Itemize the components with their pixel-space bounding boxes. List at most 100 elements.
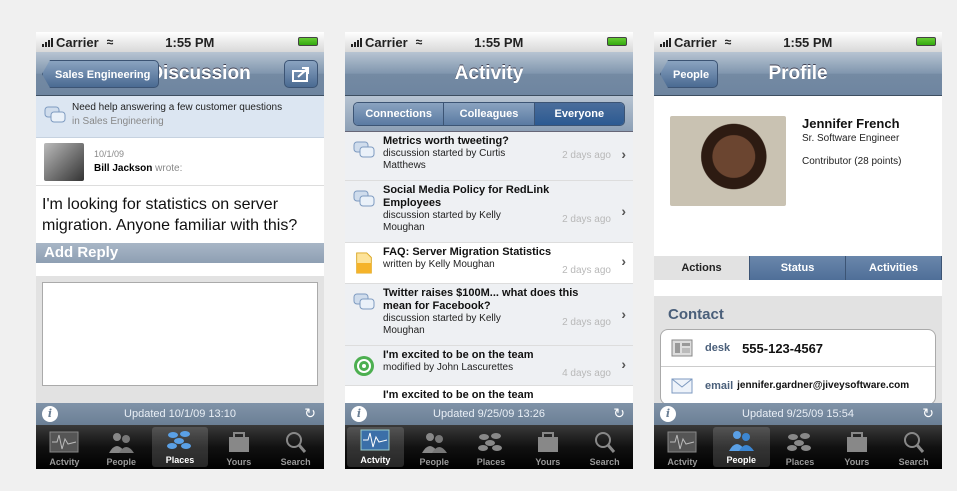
segmented-control: Connections Colleagues Everyone — [353, 101, 625, 126]
updated-text: Updated 10/1/09 13:10 — [124, 408, 236, 420]
status-time: 1:55 PM — [474, 34, 524, 50]
list-item[interactable]: FAQ: Server Migration Statistics written … — [345, 243, 633, 284]
tab-places[interactable]: Places — [151, 427, 209, 467]
page-title: Discussion — [149, 62, 251, 84]
tab-yours[interactable]: Yours — [828, 425, 885, 469]
people-icon — [726, 427, 756, 453]
contact-section: Contact desk 555-123-4567 email jennifer… — [654, 296, 942, 405]
status-time: 1:55 PM — [783, 34, 833, 50]
search-icon — [899, 429, 929, 455]
updated-text: Updated 9/25/09 13:26 — [433, 408, 545, 420]
segment-colleagues[interactable]: Colleagues — [444, 102, 535, 125]
desk-value: 555-123-4567 — [742, 340, 824, 356]
post-date: 10/1/09 — [94, 149, 125, 159]
tab-people[interactable]: People — [406, 425, 463, 469]
status-bar: Carrier ≈ 1:55 PM — [345, 32, 633, 52]
share-icon — [292, 67, 309, 82]
chevron-right-icon: › — [621, 146, 626, 162]
reply-header: Add Reply — [36, 243, 324, 263]
discussion-screen: Carrier ≈ 1:55 PM Sales Engineering Disc… — [36, 32, 324, 469]
author-name[interactable]: Bill Jackson — [94, 163, 152, 174]
tab-places[interactable]: Places — [463, 425, 520, 469]
tab-search[interactable]: Search — [885, 425, 942, 469]
profile-header: Jennifer French Sr. Software Engineer Co… — [654, 96, 942, 256]
tab-yours[interactable]: Yours — [210, 425, 267, 469]
message-body: I'm looking for statistics on server mig… — [42, 196, 298, 234]
email-label: email — [705, 379, 734, 392]
context-place: in Sales Engineering — [72, 116, 164, 127]
list-item[interactable]: Twitter raises $100M... what does this m… — [345, 284, 633, 346]
info-icon[interactable]: i — [351, 406, 367, 422]
tab-places[interactable]: Places — [772, 425, 829, 469]
nav-bar: Activity — [345, 52, 633, 96]
places-icon — [476, 429, 506, 455]
phone-icon — [671, 339, 693, 357]
tab-search[interactable]: Search — [267, 425, 324, 469]
tab-yours[interactable]: Yours — [519, 425, 576, 469]
tab-activities[interactable]: Activities — [846, 256, 942, 280]
activity-icon — [360, 427, 390, 453]
refresh-icon[interactable]: ↻ — [613, 405, 625, 422]
tab-activity[interactable]: Actvity — [654, 425, 711, 469]
refresh-icon[interactable]: ↻ — [922, 405, 934, 422]
profile-role: Sr. Software Engineer — [802, 133, 900, 144]
tab-activity[interactable]: Actvity — [36, 425, 93, 469]
list-item[interactable]: Metrics worth tweeting? discussion starte… — [345, 132, 633, 181]
contact-header: Contact — [668, 306, 724, 323]
battery-icon — [916, 37, 936, 46]
status-bar: Carrier ≈ 1:55 PM — [36, 32, 324, 52]
email-value: jennifer.gardner@jiveysoftware.com — [737, 380, 910, 391]
activity-icon — [667, 429, 697, 455]
desk-phone-row[interactable]: desk 555-123-4567 — [661, 330, 935, 367]
reply-input[interactable] — [42, 282, 318, 386]
places-icon — [785, 429, 815, 455]
tab-people[interactable]: People — [93, 425, 150, 469]
activity-list: Metrics worth tweeting? discussion starte… — [345, 132, 633, 406]
email-icon — [671, 378, 693, 393]
tab-search[interactable]: Search — [576, 425, 633, 469]
tab-bar: Actvity People Places Yours Search — [654, 425, 942, 469]
update-bar: i Updated 10/1/09 13:10 ↻ — [36, 403, 324, 425]
update-bar: i Updated 9/25/09 15:54 ↻ — [654, 403, 942, 425]
refresh-icon[interactable]: ↻ — [304, 405, 316, 422]
search-icon — [281, 429, 311, 455]
signal-icon — [42, 37, 53, 47]
discussion-bubble-icon — [353, 141, 375, 158]
list-item[interactable]: I'm excited to be on the team modified by… — [345, 346, 633, 386]
list-item[interactable]: Social Media Policy for RedLink Employee… — [345, 181, 633, 243]
battery-icon — [298, 37, 318, 46]
discussion-context[interactable]: Need help answering a few customer quest… — [36, 96, 324, 138]
wrote-label: wrote: — [155, 163, 183, 174]
chevron-right-icon: › — [621, 306, 626, 322]
info-icon[interactable]: i — [42, 406, 58, 422]
profile-tabs: Actions Status Activities — [654, 256, 942, 280]
avatar — [44, 142, 84, 181]
email-row[interactable]: email jennifer.gardner@jiveysoftware.com — [661, 367, 935, 404]
segment-bar: Connections Colleagues Everyone — [345, 96, 633, 132]
profile-screen: Carrier ≈ 1:55 PM People Profile Jennife… — [654, 32, 942, 469]
segment-everyone[interactable]: Everyone — [534, 102, 624, 125]
update-bar: i Updated 9/25/09 13:26 ↻ — [345, 403, 633, 425]
back-button[interactable]: Sales Engineering — [42, 60, 160, 88]
back-button[interactable]: People — [660, 60, 719, 88]
carrier-label: Carrier — [365, 34, 408, 50]
contact-list: desk 555-123-4567 email jennifer.gardner… — [660, 329, 936, 405]
tab-status[interactable]: Status — [750, 256, 846, 280]
info-icon[interactable]: i — [660, 406, 676, 422]
tab-activity[interactable]: Actvity — [347, 427, 404, 467]
tab-people[interactable]: People — [712, 427, 770, 467]
profile-contrib: Contributor (28 points) — [802, 156, 902, 167]
segment-connections[interactable]: Connections — [354, 102, 445, 125]
yours-icon — [533, 429, 563, 455]
people-icon — [106, 429, 136, 455]
yours-icon — [842, 429, 872, 455]
tab-actions[interactable]: Actions — [654, 256, 750, 280]
signal-icon — [351, 37, 362, 47]
wifi-icon: ≈ — [106, 35, 114, 49]
status-update-icon — [354, 356, 374, 376]
activity-icon — [49, 429, 79, 455]
share-button[interactable] — [284, 60, 318, 88]
discussion-bubble-icon — [44, 106, 66, 123]
tab-bar: Actvity People Places Yours Search — [36, 425, 324, 469]
page-title: Profile — [768, 62, 828, 84]
